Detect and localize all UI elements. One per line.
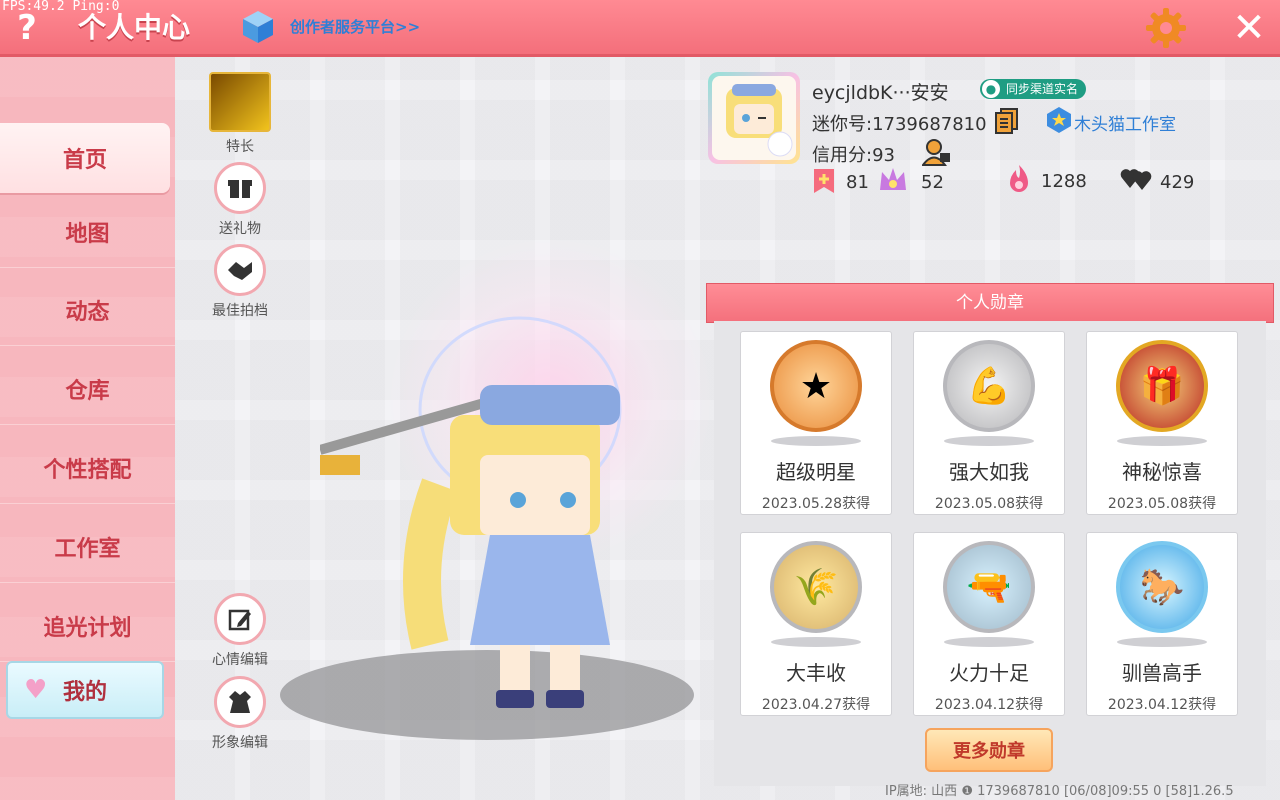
hearts-icon (1120, 166, 1154, 192)
character-avatar[interactable] (318, 305, 660, 715)
medal-card[interactable]: 🎁 神秘惊喜 2023.05.08获得 (1086, 331, 1238, 515)
sidebar: 首页 地图 动态 仓库 个性搭配 工作室 追光计划 ♥ 我的 (0, 57, 175, 800)
header-bar (0, 0, 1280, 57)
person-icon: ● (982, 80, 1000, 98)
gift-icon (214, 162, 266, 214)
medal-date: 2023.04.12获得 (1107, 697, 1217, 713)
gear-icon[interactable] (1144, 6, 1188, 50)
specialty-button[interactable]: 特长 (205, 72, 275, 156)
sidebar-item-outfit[interactable]: 个性搭配 (0, 433, 175, 504)
more-medals-button[interactable]: 更多勋章 (925, 728, 1053, 772)
edit-pencil-icon (214, 593, 266, 645)
mood-edit-button[interactable]: 心情编辑 (205, 593, 275, 669)
copy-icon[interactable] (995, 108, 1019, 134)
medal-pedestal (1117, 436, 1207, 446)
bookmark-icon (812, 168, 836, 194)
close-icon[interactable]: ✕ (1226, 6, 1272, 50)
cube-icon[interactable] (242, 10, 274, 44)
help-icon[interactable]: ? (10, 6, 44, 50)
medal-date: 2023.04.12获得 (934, 697, 1044, 713)
star-bear-icon: ★ (770, 340, 862, 432)
medal-card[interactable]: 🐎 驯兽高手 2023.04.12获得 (1086, 532, 1238, 716)
medal-card[interactable]: 🔫 火力十足 2023.04.12获得 (913, 532, 1065, 716)
medal-date: 2023.05.08获得 (934, 496, 1044, 512)
hearts-count: 429 (1160, 172, 1195, 193)
send-gift-button[interactable]: 送礼物 (205, 162, 275, 238)
medal-pedestal (944, 637, 1034, 647)
mini-id: 迷你号:1739687810 (812, 114, 987, 135)
medal-date: 2023.05.08获得 (1107, 496, 1217, 512)
sidebar-item-map[interactable]: 地图 (0, 197, 175, 268)
credit-score: 信用分:93 (812, 145, 895, 166)
sidebar-item-studio[interactable]: 工作室 (0, 512, 175, 583)
harvest-icon: 🌾 (770, 541, 862, 633)
medal-pedestal (944, 436, 1034, 446)
specialty-icon (209, 72, 271, 132)
medal-pedestal (1117, 637, 1207, 647)
footer-status: IP属地: 山西 ❶ 1739687810 [06/08]09:55 0 [58… (885, 784, 1234, 799)
muscle-icon: 💪 (943, 340, 1035, 432)
sidebar-item-mine[interactable]: ♥ 我的 (6, 661, 164, 719)
best-partner-button[interactable]: 最佳拍档 (205, 244, 275, 320)
sidebar-item-storage[interactable]: 仓库 (0, 354, 175, 425)
fire-icon (1006, 164, 1032, 194)
medal-date: 2023.05.28获得 (761, 496, 871, 512)
sidebar-item-chase-light[interactable]: 追光计划 (0, 591, 175, 662)
player-name: eycjldbK···安安 (812, 82, 949, 104)
bookmark-count: 81 (846, 172, 869, 193)
look-edit-button[interactable]: 形象编辑 (205, 676, 275, 752)
friend-icon[interactable] (921, 138, 952, 166)
crown-icon (878, 166, 908, 194)
heart-icon: ♥ (24, 675, 48, 705)
medal-name: 强大如我 (949, 460, 1029, 484)
creator-platform-link[interactable]: 创作者服务平台>> (290, 16, 420, 37)
dress-icon (214, 676, 266, 728)
sidebar-item-feed[interactable]: 动态 (0, 275, 175, 346)
medal-card[interactable]: 💪 强大如我 2023.05.08获得 (913, 331, 1065, 515)
medal-name: 火力十足 (949, 661, 1029, 685)
gift-icon: 🎁 (1116, 340, 1208, 432)
weapon-box-icon: 🔫 (943, 541, 1035, 633)
studio-link[interactable]: 木头猫工作室 (1074, 110, 1176, 135)
page-title: 个人中心 (78, 11, 191, 44)
medal-date: 2023.04.27获得 (761, 697, 871, 713)
medal-card[interactable]: 🌾 大丰收 2023.04.27获得 (740, 532, 892, 716)
sidebar-item-home[interactable]: 首页 (0, 123, 170, 193)
medal-pedestal (771, 637, 861, 647)
medal-name: 大丰收 (786, 661, 846, 685)
crown-count: 52 (921, 172, 944, 193)
medals-header: 个人勋章 (706, 283, 1274, 323)
medal-name: 超级明星 (776, 460, 856, 484)
medal-card[interactable]: ★ 超级明星 2023.05.28获得 (740, 331, 892, 515)
studio-badge-icon (1046, 106, 1072, 134)
medal-name: 驯兽高手 (1122, 661, 1202, 685)
avatar-portrait (712, 76, 796, 160)
profile-avatar[interactable] (708, 72, 800, 164)
rider-icon: 🐎 (1116, 541, 1208, 633)
handshake-icon (214, 244, 266, 296)
fire-count: 1288 (1041, 171, 1087, 192)
medal-name: 神秘惊喜 (1122, 460, 1202, 484)
medal-pedestal (771, 436, 861, 446)
